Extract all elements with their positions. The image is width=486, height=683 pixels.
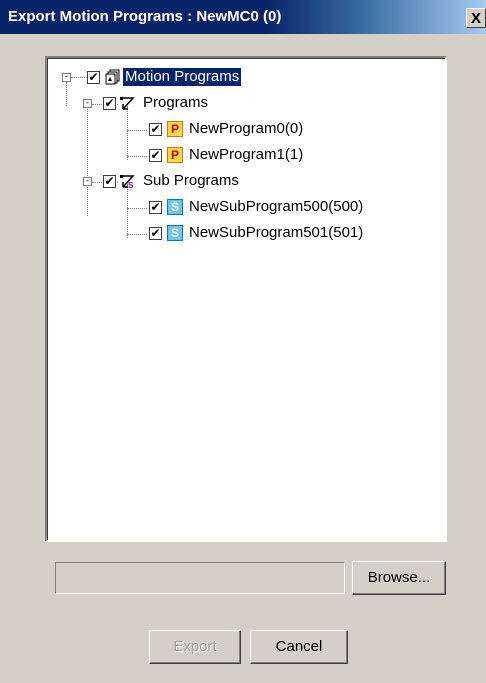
tree-line xyxy=(127,106,128,160)
sub-program-checkbox[interactable]: ✔ xyxy=(149,201,162,214)
tree-item-programs[interactable]: Programs xyxy=(141,94,210,112)
sub-program-icon: S xyxy=(167,225,183,241)
root-checkbox[interactable]: ✔ xyxy=(87,71,100,84)
program-checkbox[interactable]: ✔ xyxy=(149,123,162,136)
program-icon: P xyxy=(167,121,183,137)
tree-item-sub-program[interactable]: NewSubProgram501(501) xyxy=(187,224,365,242)
tree-line xyxy=(127,234,147,235)
program-checkbox[interactable]: ✔ xyxy=(149,149,162,162)
sub-programs-checkbox[interactable]: ✔ xyxy=(103,175,116,188)
title-bar: Export Motion Programs : NewMC0 (0) X xyxy=(0,0,486,34)
tree-line xyxy=(66,82,67,106)
export-button[interactable]: Export xyxy=(149,630,241,664)
motion-programs-icon xyxy=(105,69,120,85)
window-title: Export Motion Programs : NewMC0 (0) xyxy=(8,8,282,25)
browse-button[interactable]: Browse... xyxy=(352,561,446,595)
svg-text:S: S xyxy=(128,181,134,189)
program-icon: P xyxy=(167,147,183,163)
tree-item-sub-programs[interactable]: Sub Programs xyxy=(141,172,241,190)
sub-program-icon: S xyxy=(167,199,183,215)
tree-line xyxy=(127,184,128,238)
cancel-button[interactable]: Cancel xyxy=(250,630,348,664)
collapse-toggle[interactable]: - xyxy=(83,177,92,186)
programs-checkbox[interactable]: ✔ xyxy=(103,97,116,110)
sub-programs-folder-icon: S xyxy=(120,175,135,189)
export-path-field[interactable] xyxy=(55,562,345,594)
program-tree[interactable]: - ✔ Motion Programs - ✔ Programs ✔ P New… xyxy=(45,56,447,542)
tree-item-motion-programs[interactable]: Motion Programs xyxy=(123,68,242,86)
tree-line xyxy=(127,130,147,131)
collapse-toggle[interactable]: - xyxy=(62,73,71,82)
programs-folder-icon xyxy=(120,97,135,110)
tree-line xyxy=(127,208,147,209)
tree-item-sub-program[interactable]: NewSubProgram500(500) xyxy=(187,198,365,216)
tree-line xyxy=(127,156,147,157)
collapse-toggle[interactable]: - xyxy=(83,99,92,108)
tree-item-program[interactable]: NewProgram0(0) xyxy=(187,120,305,138)
sub-program-checkbox[interactable]: ✔ xyxy=(149,227,162,240)
tree-item-program[interactable]: NewProgram1(1) xyxy=(187,146,305,164)
tree-line xyxy=(71,77,85,78)
tree-line xyxy=(87,104,88,216)
close-button[interactable]: X xyxy=(466,8,486,28)
